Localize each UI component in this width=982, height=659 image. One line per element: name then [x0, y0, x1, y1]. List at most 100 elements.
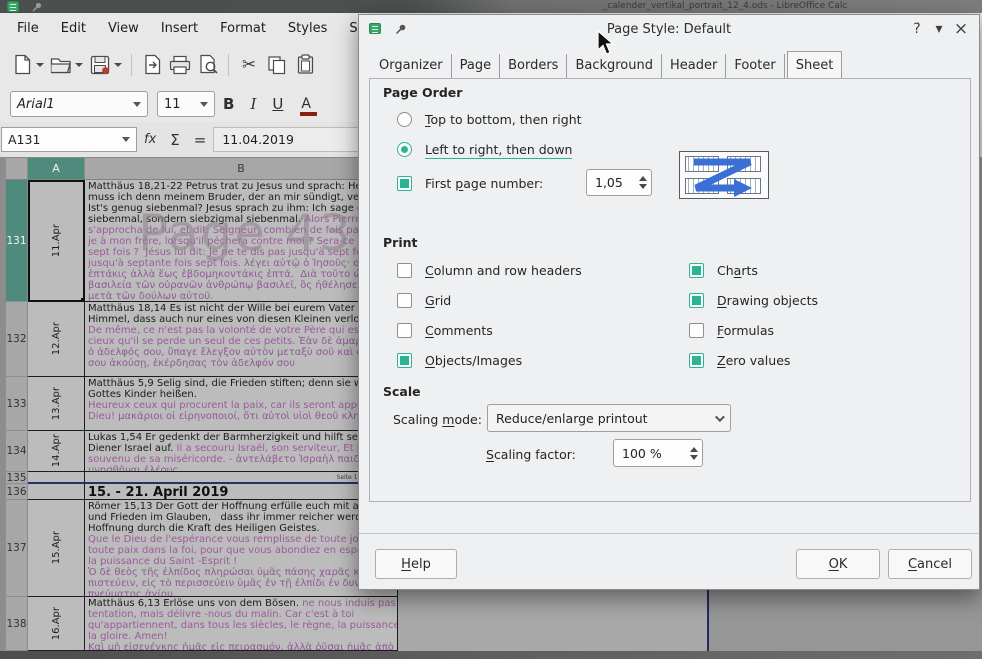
italic-button[interactable]: I — [250, 95, 256, 113]
column-header-b[interactable]: B — [85, 157, 398, 180]
font-color-button[interactable]: A — [301, 96, 311, 112]
tab-footer[interactable]: Footer — [726, 54, 784, 78]
date-cell[interactable]: 15.Apr — [28, 500, 85, 597]
export-pdf-icon[interactable] — [140, 53, 164, 77]
verse-cell[interactable]: Lukas 1,54 Er gedenkt der Barmherzigkeit… — [85, 431, 398, 472]
tab-sheet[interactable]: Sheet — [787, 51, 843, 78]
save-dropdown-icon[interactable] — [114, 63, 122, 67]
row-header[interactable]: 137 — [6, 500, 28, 597]
charts-checkbox[interactable] — [689, 263, 704, 278]
row-header[interactable]: 136 — [6, 484, 28, 500]
menu-view[interactable]: View — [97, 16, 150, 41]
menu-styles[interactable]: Styles — [277, 16, 338, 41]
date-cell[interactable]: 14.Apr — [28, 431, 85, 472]
chevron-down-icon[interactable] — [122, 137, 130, 142]
spin-down-icon[interactable] — [639, 184, 647, 189]
spinner-arrows[interactable] — [631, 176, 647, 189]
print-preview-icon[interactable] — [196, 53, 220, 77]
cut-icon[interactable]: ✂ — [237, 53, 261, 77]
verse-cell[interactable]: Matthäus 18,14 Es ist nicht der Wille be… — [85, 302, 398, 377]
first-page-number-checkbox[interactable] — [397, 176, 412, 191]
copy-icon[interactable] — [265, 53, 289, 77]
row-header[interactable]: 134 — [6, 431, 28, 472]
grid-checkbox[interactable] — [397, 293, 412, 308]
comments-label[interactable]: Comments — [425, 323, 493, 338]
menu-format[interactable]: Format — [209, 16, 277, 41]
print-icon[interactable] — [168, 53, 192, 77]
scaling-mode-dropdown[interactable]: Reduce/enlarge printout — [487, 404, 731, 432]
objects-images-checkbox[interactable] — [397, 353, 412, 368]
tab-header[interactable]: Header — [662, 54, 726, 78]
spinner-arrows[interactable] — [682, 447, 698, 460]
underline-button[interactable]: U — [272, 95, 283, 113]
chevron-down-icon[interactable]: ▾ — [929, 19, 949, 39]
spin-up-icon[interactable] — [639, 176, 647, 181]
verse-cell[interactable]: Römer 15,13 Der Gott der Hoffnung erfüll… — [85, 500, 398, 597]
top-to-bottom-radio[interactable] — [397, 112, 412, 127]
open-dropdown-icon[interactable] — [75, 63, 83, 67]
drawing-objects-checkbox[interactable] — [689, 293, 704, 308]
new-document-dropdown-icon[interactable] — [36, 63, 44, 67]
row-header[interactable]: 132 — [6, 302, 28, 377]
open-icon[interactable] — [49, 53, 73, 77]
row-header[interactable]: 138 — [6, 597, 28, 651]
menu-insert[interactable]: Insert — [150, 16, 209, 41]
dialog-titlebar[interactable]: Page Style: Default ? ▾ × — [359, 15, 979, 43]
left-to-right-radio[interactable] — [397, 142, 412, 157]
chevron-down-icon[interactable] — [133, 102, 141, 107]
top-to-bottom-label[interactable]: Top to bottom, then right — [425, 112, 582, 127]
row-header[interactable]: 133 — [6, 377, 28, 431]
menu-edit[interactable]: Edit — [50, 16, 97, 41]
function-wizard-icon[interactable]: fx — [144, 132, 156, 147]
row-header[interactable]: 135 — [6, 472, 28, 484]
verse-cell[interactable]: Matthäus 6,13 Erlöse uns von dem Bösen. … — [85, 597, 398, 651]
formulas-checkbox[interactable] — [689, 323, 704, 338]
column-row-headers-label[interactable]: Column and row headers — [425, 263, 582, 278]
date-cell[interactable]: 16.Apr — [28, 597, 85, 651]
tab-borders[interactable]: Borders — [500, 54, 567, 78]
menu-file[interactable]: File — [6, 16, 50, 41]
first-page-number-spinbox[interactable]: 1,05 — [586, 169, 652, 196]
charts-label[interactable]: Charts — [717, 263, 758, 278]
row-header[interactable]: 131 — [6, 180, 28, 302]
close-icon[interactable]: × — [951, 19, 971, 39]
date-cell[interactable] — [28, 472, 85, 484]
spin-down-icon[interactable] — [690, 455, 698, 460]
help-titlebar-button[interactable]: ? — [907, 19, 927, 39]
comments-checkbox[interactable] — [397, 323, 412, 338]
save-icon[interactable] — [88, 53, 112, 77]
tab-organizer[interactable]: Organizer — [371, 54, 452, 78]
grid-label[interactable]: Grid — [425, 293, 451, 308]
zero-values-checkbox[interactable] — [689, 353, 704, 368]
date-cell[interactable]: 12.Apr — [28, 302, 85, 377]
equals-icon[interactable]: = — [194, 131, 207, 149]
date-cell[interactable]: 13.Apr — [28, 377, 85, 431]
objects-images-label[interactable]: Objects/Images — [425, 353, 522, 368]
column-row-headers-checkbox[interactable] — [397, 263, 412, 278]
first-page-number-label[interactable]: First page number: — [425, 176, 543, 191]
left-to-right-label[interactable]: Left to right, then down — [425, 142, 572, 159]
spin-up-icon[interactable] — [690, 447, 698, 452]
tab-background[interactable]: Background — [567, 54, 662, 78]
help-button[interactable]: Help — [375, 549, 457, 579]
date-cell[interactable]: 11.Apr — [28, 180, 85, 302]
scaling-factor-spinbox[interactable]: 100 % — [613, 439, 703, 467]
verse-cell[interactable]: Seite 15Ang — [85, 472, 398, 484]
select-all-corner[interactable] — [6, 157, 28, 180]
paste-icon[interactable] — [293, 53, 317, 77]
date-cell[interactable] — [28, 484, 85, 500]
drawing-objects-label[interactable]: Drawing objects — [717, 293, 818, 308]
new-document-icon[interactable] — [10, 53, 34, 77]
verse-cell[interactable]: 15. - 21. April 2019 — [85, 484, 398, 500]
ok-button[interactable]: OK — [796, 549, 880, 579]
cancel-button[interactable]: Cancel — [888, 549, 972, 579]
zero-values-label[interactable]: Zero values — [717, 353, 790, 368]
font-size-combo[interactable]: 11 — [157, 91, 215, 117]
verse-cell[interactable]: Matthäus 5,9 Selig sind, die Frieden sti… — [85, 377, 398, 431]
bold-button[interactable]: B — [223, 95, 234, 113]
tab-page[interactable]: Page — [452, 54, 500, 78]
verse-cell[interactable]: Matthäus 18,21-22 Petrus trat zu Jesus u… — [85, 180, 398, 302]
formulas-label[interactable]: Formulas — [717, 323, 774, 338]
chevron-down-icon[interactable] — [200, 102, 208, 107]
column-header-a[interactable]: A — [28, 157, 85, 180]
